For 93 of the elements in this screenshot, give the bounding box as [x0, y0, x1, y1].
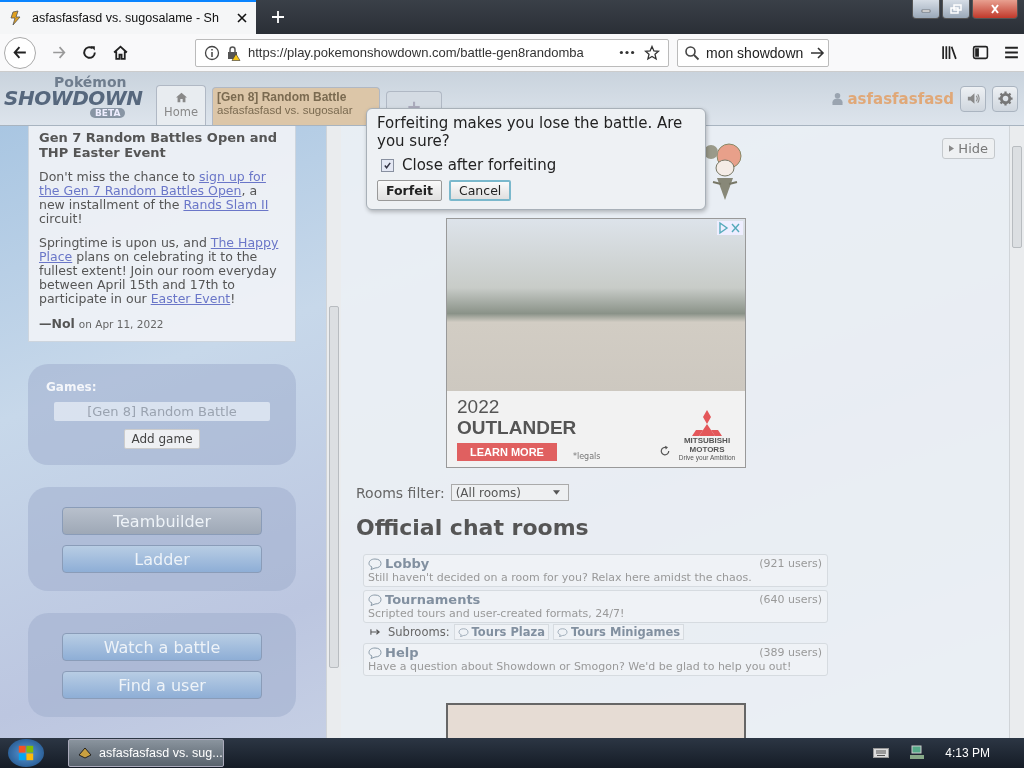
news-author: —Nol	[39, 316, 75, 331]
news-link[interactable]: Place	[39, 249, 73, 264]
games-label: Games:	[46, 380, 97, 394]
room-entry[interactable]: Tournaments (640 users) Scripted tours and user-created formats, 24/7!	[363, 590, 828, 623]
back-arrow-icon[interactable]	[11, 44, 29, 61]
close-tab-icon[interactable]	[236, 12, 248, 24]
news-date: on Apr 11, 2022	[78, 318, 164, 330]
room-entry[interactable]: Lobby (921 users) Still haven't decided on a room for you? Relax here amidst the chaos.	[363, 554, 828, 587]
home-icon[interactable]	[112, 44, 129, 61]
search-field[interactable]: mon showdown	[677, 38, 829, 67]
dialog-message: Forfeiting makes you lose the battle. Are you sure?	[377, 114, 684, 150]
forfeit-button[interactable]: Forfeit	[377, 180, 442, 201]
search-icon	[684, 44, 700, 61]
chat-bubble-icon	[368, 593, 382, 606]
settings-icon[interactable]	[997, 91, 1013, 106]
browser-tab[interactable]: asfasfasfasd vs. sugosalame - Sh	[0, 0, 256, 34]
diamond-logo-icon	[692, 410, 722, 436]
network-icon[interactable]	[909, 745, 926, 761]
user-count: (389 users)	[759, 646, 822, 659]
restore-button[interactable]	[942, 0, 970, 19]
news-title: Gen 7 Random Battles Open and THP Easter Event	[39, 130, 279, 160]
replay-icon[interactable]	[659, 445, 671, 457]
sidebar-icon[interactable]	[972, 44, 989, 61]
clock: 4:13 PM	[945, 746, 990, 760]
triangle-icon[interactable]	[949, 145, 955, 152]
ad-brand: MITSUBISHI MOTORS	[682, 436, 732, 454]
news-link[interactable]: Rands Slam II	[183, 197, 269, 212]
favicon-icon	[8, 10, 24, 26]
url-field[interactable]: https://play.pokemonshowdown.com/battle-gen8randomba	[195, 38, 669, 67]
more-icon[interactable]	[619, 50, 635, 55]
arrow-right-icon[interactable]	[809, 44, 826, 61]
filter-label: Rooms filter:	[356, 484, 445, 501]
hide-button[interactable]: Hide	[942, 138, 995, 159]
cancel-button[interactable]: Cancel	[448, 180, 512, 201]
chat-bubble-icon	[368, 557, 382, 570]
keyboard-icon[interactable]	[873, 748, 890, 758]
news-paragraph: Don't miss the chance to sign up for the Gen 7 Random Battles Open, a new installment of the Rands Slam II circuit!	[39, 170, 270, 226]
room-description: Still haven't decided on a room for you? Relax here amidst the chaos.	[368, 571, 753, 584]
user-count: (640 users)	[759, 593, 822, 606]
sound-button[interactable]	[960, 85, 986, 112]
user-count: (921 users)	[759, 557, 822, 570]
room-entry[interactable]: Help (389 users) Have a question about Showdown or Smogon? We'd be glad to help you out!	[363, 643, 828, 676]
close-window-button[interactable]	[972, 0, 1018, 19]
scrollbar[interactable]	[326, 126, 341, 738]
scrollbar[interactable]	[1009, 126, 1024, 738]
back-button[interactable]	[4, 36, 36, 69]
learn-more-button[interactable]: LEARN MORE	[457, 443, 557, 461]
menu-button[interactable]: Teambuilder	[62, 507, 262, 535]
library-icon[interactable]	[941, 44, 958, 61]
lock-warning-icon[interactable]	[225, 44, 241, 61]
speaker-icon[interactable]	[965, 91, 981, 106]
ad-legal-text: *legals	[572, 452, 601, 461]
room-name: Help	[385, 645, 419, 660]
arrow-right-icon	[370, 628, 381, 636]
room-description: Have a question about Showdown or Smogon? We'd be glad to help you out!	[368, 660, 793, 673]
tab-title: asfasfasfasd vs. sugosalame - Sh	[32, 11, 220, 25]
room-name: Tournaments	[385, 592, 481, 607]
room-description: Scripted tours and user-created formats, 24/7!	[368, 607, 626, 620]
news-link[interactable]: Easter Event	[150, 291, 231, 306]
taskbar-window-button[interactable]: asfasfasfasd vs. sug...	[68, 739, 224, 767]
url-text: https://play.pokemonshowdown.com/battle-gen8randomba	[248, 45, 585, 60]
new-tab-icon[interactable]	[270, 9, 286, 25]
start-button[interactable]	[8, 739, 44, 767]
rooms-filter-dropdown[interactable]: (All rooms)	[450, 484, 569, 501]
info-icon[interactable]	[204, 44, 220, 61]
star-icon[interactable]	[644, 44, 660, 61]
menu-icon[interactable]	[1003, 44, 1020, 61]
add-game-button[interactable]: Add game	[124, 429, 200, 449]
settings-button[interactable]	[992, 85, 1018, 112]
news-link[interactable]: The Happy	[210, 235, 279, 250]
news-link[interactable]: the Gen 7 Random Battles Open	[39, 183, 242, 198]
section-heading: Official chat rooms	[356, 515, 590, 540]
room-name: Lobby	[385, 556, 430, 571]
caret-icon[interactable]	[552, 490, 560, 495]
subroom-link[interactable]: Tours Plaza	[453, 624, 550, 640]
forward-icon[interactable]	[50, 44, 67, 61]
news-link[interactable]: sign up for	[199, 169, 266, 184]
minimize-button[interactable]	[912, 0, 940, 19]
ad-year: 2022	[457, 397, 501, 417]
ad-model: OUTLANDER	[457, 417, 578, 439]
subroom-link[interactable]: Tours Minigames	[553, 624, 685, 640]
subrooms-label: Subrooms:	[388, 625, 450, 639]
checkbox-label[interactable]: Close after forfeiting	[402, 156, 557, 174]
app-icon[interactable]	[77, 745, 93, 761]
home-tab[interactable]: Home	[156, 85, 206, 125]
news-paragraph: Springtime is upon us, and The Happy Place plans on celebrating it to the fullest extent! Join our room everyday between April 15th and 17th to participate in our Easter Event!	[39, 236, 280, 306]
chat-bubble-icon	[368, 646, 382, 659]
search-text: mon showdown	[706, 44, 804, 61]
close-icon[interactable]	[988, 4, 1002, 14]
game-entry[interactable]: [Gen 8] Random Battle	[54, 402, 270, 421]
reload-icon[interactable]	[81, 44, 98, 61]
user-icon	[832, 92, 844, 105]
showdown-logo[interactable]: Pokémon SHOWDOWN BETA	[4, 73, 154, 124]
